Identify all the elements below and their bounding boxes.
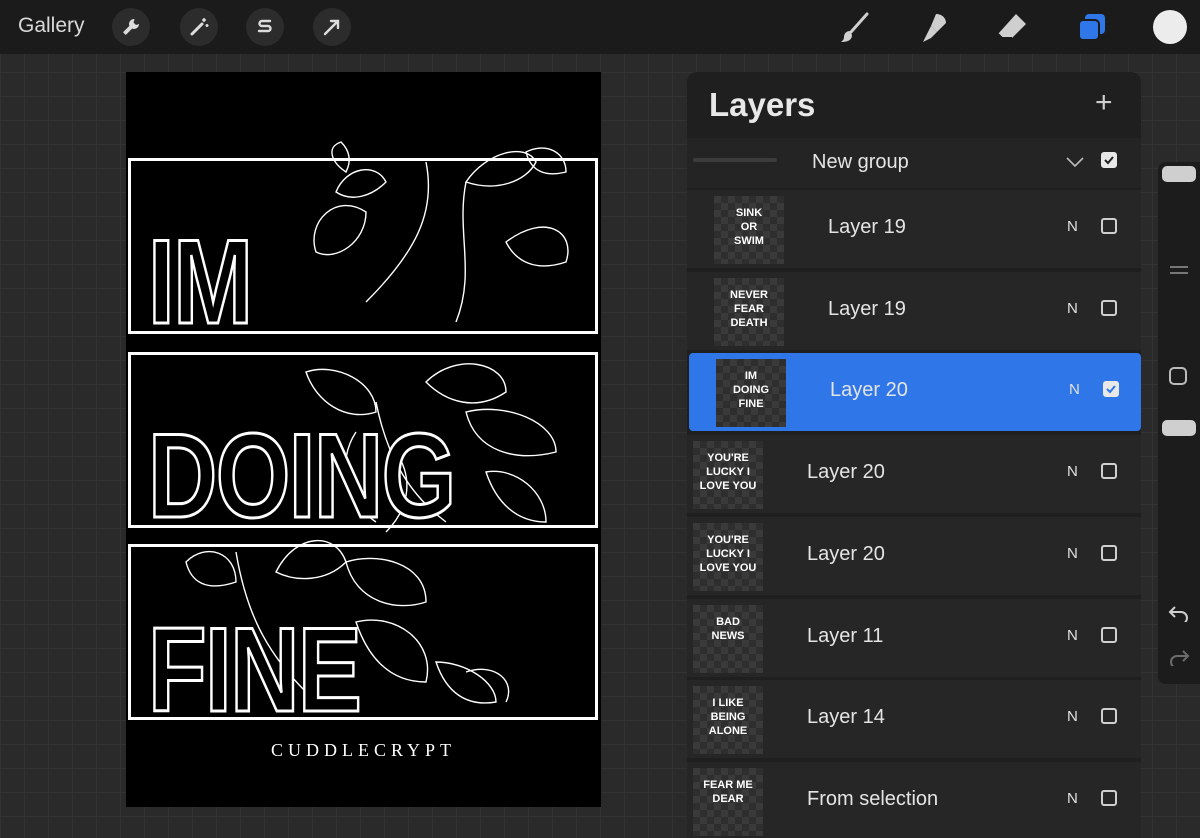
thumbnail-text: YOU'RE xyxy=(707,533,749,546)
layer-thumbnail: BAD NEWS xyxy=(693,604,763,673)
layer-visibility-checkbox[interactable] xyxy=(1101,218,1117,234)
layer-visibility-checkbox[interactable] xyxy=(1101,789,1117,806)
thumbnail-text: YOU'RE xyxy=(707,452,749,465)
thumbnail-text: BEING xyxy=(710,711,746,724)
thumbnail-text: IM xyxy=(744,370,758,383)
blend-mode-button[interactable]: N xyxy=(1067,627,1078,644)
checkmark-icon xyxy=(1106,385,1116,394)
layer-name: Layer 19 xyxy=(828,216,906,238)
layer-thumbnail: FEAR ME DEAR xyxy=(693,767,763,836)
thumbnail-text: LOVE YOU xyxy=(699,480,757,493)
thumbnail-text: SWIM xyxy=(734,235,764,247)
word-im: IM xyxy=(147,215,254,349)
brush-icon[interactable] xyxy=(835,8,875,48)
thumbnail-text: LUCKY I xyxy=(706,547,750,560)
eraser-icon[interactable] xyxy=(992,8,1032,48)
brand-wordmark: CUDDLECRYPT xyxy=(270,740,457,760)
layer-row[interactable]: FEAR ME DEAR From selection N xyxy=(687,761,1141,838)
blend-mode-button[interactable]: N xyxy=(1067,708,1078,725)
thumbnail-text: BAD xyxy=(716,615,740,628)
blend-mode-button[interactable]: N xyxy=(1069,381,1080,398)
top-toolbar: Gallery xyxy=(0,0,1200,54)
word-doing: DOING xyxy=(147,409,458,543)
layer-name: Layer 14 xyxy=(807,706,885,729)
thumbnail-text: DOING xyxy=(732,384,770,397)
undo-icon[interactable] xyxy=(1168,604,1190,622)
thumbnail-text: LOVE YOU xyxy=(699,561,757,574)
word-fine: FINE xyxy=(147,603,363,737)
layer-thumbnail: YOU'RE LUCKY I LOVE YOU xyxy=(693,441,763,510)
blend-mode-button[interactable]: N xyxy=(1067,300,1078,317)
layer-thumbnail: I LIKE BEING ALONE xyxy=(693,686,763,755)
layers-icon[interactable] xyxy=(1072,8,1112,48)
transform-arrow-icon[interactable] xyxy=(313,8,351,46)
layer-row[interactable]: NEVER FEAR DEATH Layer 19 N xyxy=(687,271,1141,350)
blend-mode-button[interactable]: N xyxy=(1067,790,1078,807)
layer-name: Layer 11 xyxy=(807,624,884,647)
slider-grip xyxy=(1170,266,1188,268)
add-layer-icon[interactable]: + xyxy=(1095,86,1113,120)
group-name: New group xyxy=(812,151,909,173)
brush-sidebar xyxy=(1158,162,1200,684)
thumbnail-text: LUCKY I xyxy=(706,466,750,479)
blend-mode-button[interactable]: N xyxy=(1067,463,1078,480)
layer-visibility-checkbox[interactable] xyxy=(1101,299,1117,316)
layer-thumbnail: SINK OR SWIM xyxy=(714,196,784,264)
color-picker-button[interactable] xyxy=(1153,10,1187,44)
thumbnail-text: NEWS xyxy=(711,629,745,642)
layer-name: Layer 20 xyxy=(830,379,908,402)
thumbnail-text: DEATH xyxy=(730,316,768,329)
layer-thumbnail: YOU'RE LUCKY I LOVE YOU xyxy=(693,522,763,591)
redo-icon[interactable] xyxy=(1168,648,1190,666)
thumbnail-text: FINE xyxy=(738,398,764,411)
chevron-down-icon[interactable] xyxy=(1065,155,1085,169)
thumbnail-text: NEVER xyxy=(730,288,768,301)
layer-name: Layer 20 xyxy=(807,542,885,565)
thumbnail-text: FEAR xyxy=(734,302,764,315)
thumbnail-text: ALONE xyxy=(708,725,748,738)
thumbnail-text: I LIKE xyxy=(712,697,744,710)
layer-visibility-checkbox[interactable] xyxy=(1103,381,1119,398)
brush-size-slider-thumb[interactable] xyxy=(1162,166,1196,182)
thumbnail-text: FEAR ME xyxy=(703,778,753,791)
layer-visibility-checkbox[interactable] xyxy=(1101,544,1117,561)
layer-row[interactable]: SINK OR SWIM Layer 19 N xyxy=(687,190,1141,268)
gallery-button[interactable]: Gallery xyxy=(18,14,85,38)
artwork-canvas[interactable]: IM DOING FINE CUDDLECRYPT xyxy=(126,72,601,807)
thumbnail-text: OR xyxy=(740,221,758,233)
layer-thumbnail: IM DOING FINE xyxy=(716,359,786,428)
opacity-slider-thumb[interactable] xyxy=(1162,420,1196,436)
layer-row[interactable]: YOU'RE LUCKY I LOVE YOU Layer 20 N xyxy=(687,516,1141,595)
layer-row[interactable]: I LIKE BEING ALONE Layer 14 N xyxy=(687,680,1141,759)
thumbnail-text: SINK xyxy=(735,207,763,219)
actions-wrench-icon[interactable] xyxy=(112,8,150,46)
layer-name: Layer 20 xyxy=(807,461,885,484)
layer-row[interactable]: YOU'RE LUCKY I LOVE YOU Layer 20 N xyxy=(687,435,1141,514)
layer-name: From selection xyxy=(807,787,939,810)
layers-title: Layers xyxy=(709,86,816,123)
slider-grip xyxy=(1170,272,1188,274)
thumbnail-text: DEAR xyxy=(712,792,744,805)
blend-mode-button[interactable]: N xyxy=(1067,218,1078,235)
checkmark-icon xyxy=(1104,156,1114,165)
layer-visibility-checkbox[interactable] xyxy=(1101,463,1117,480)
layer-group-row[interactable]: New group xyxy=(687,138,1141,188)
layer-row[interactable]: BAD NEWS Layer 11 N xyxy=(687,598,1141,677)
layers-panel: Layers + New group SINK OR SWIM Layer 19 N NE… xyxy=(687,72,1141,838)
group-visibility-checkbox[interactable] xyxy=(1101,152,1117,168)
layer-name: Layer 19 xyxy=(828,297,906,320)
blend-mode-button[interactable]: N xyxy=(1067,545,1078,562)
modify-button[interactable] xyxy=(1169,367,1187,385)
group-thumbnail xyxy=(693,158,777,162)
layer-visibility-checkbox[interactable] xyxy=(1101,626,1117,643)
adjustments-magic-wand-icon[interactable] xyxy=(180,8,218,46)
layer-row[interactable]: IM DOING FINE Layer 20 N xyxy=(689,353,1141,432)
selection-s-icon[interactable] xyxy=(246,8,284,46)
smudge-icon[interactable] xyxy=(914,8,954,48)
layer-visibility-checkbox[interactable] xyxy=(1101,708,1117,725)
layer-thumbnail: NEVER FEAR DEATH xyxy=(714,277,784,346)
